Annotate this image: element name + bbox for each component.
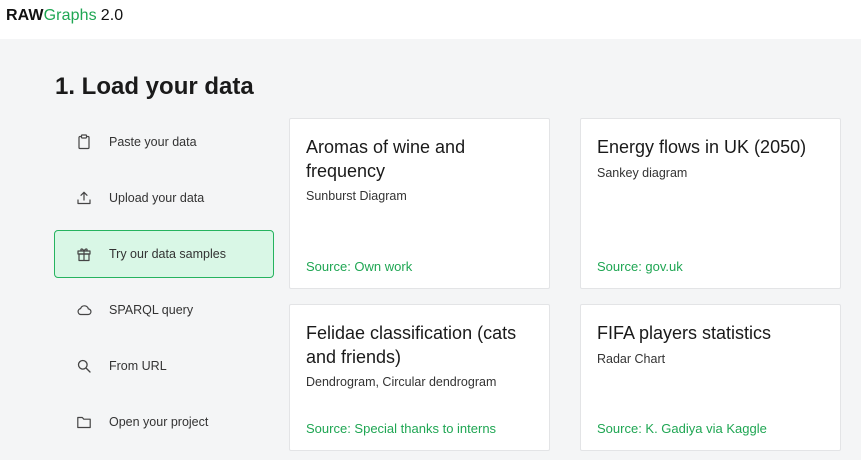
nav-item-label: Try our data samples xyxy=(109,247,226,261)
upload-icon xyxy=(76,190,92,206)
sample-chart-type: Dendrogram, Circular dendrogram xyxy=(306,375,497,389)
search-icon xyxy=(76,358,92,374)
clipboard-icon xyxy=(76,134,92,150)
logo-raw: RAW xyxy=(6,7,44,24)
nav-item-paste-data[interactable]: Paste your data xyxy=(54,118,274,166)
sample-title: Energy flows in UK (2050) xyxy=(597,137,807,157)
sample-title: Aromas of wine and frequency xyxy=(306,137,466,181)
nav-item-label: SPARQL query xyxy=(109,303,194,317)
sample-chart-type: Radar Chart xyxy=(597,352,666,366)
cloud-icon xyxy=(76,302,92,318)
app-header: RAWGraphs 2.0 xyxy=(0,0,861,39)
sample-chart-type: Sankey diagram xyxy=(597,166,688,180)
app-version: 2.0 xyxy=(100,7,124,24)
nav-item-upload-data[interactable]: Upload your data xyxy=(54,174,274,222)
sample-card-energy-flows[interactable]: Energy flows in UK (2050) Sankey diagram… xyxy=(580,118,841,289)
section-title: 1. Load your data xyxy=(55,73,254,100)
nav-item-label: From URL xyxy=(109,359,167,373)
nav-item-open-project[interactable]: Open your project xyxy=(54,398,274,446)
gift-icon xyxy=(76,246,92,262)
nav-item-sparql-query[interactable]: SPARQL query xyxy=(54,286,274,334)
sample-source: Source: Own work xyxy=(306,259,413,274)
sample-card-fifa-players[interactable]: FIFA players statistics Radar Chart Sour… xyxy=(580,304,841,451)
sample-source: Source: Special thanks to interns xyxy=(306,421,497,436)
folder-icon xyxy=(76,414,92,430)
nav-item-label: Paste your data xyxy=(109,135,197,149)
nav-item-label: Upload your data xyxy=(109,191,205,205)
sample-title: Felidae classification (cats and friends… xyxy=(306,323,517,367)
sample-source: Source: K. Gadiya via Kaggle xyxy=(597,421,767,436)
sample-card-felidae[interactable]: Felidae classification (cats and friends… xyxy=(289,304,550,451)
sample-card-wine-aromas[interactable]: Aromas of wine and frequency Sunburst Di… xyxy=(289,118,550,289)
app-logo[interactable]: RAWGraphs 2.0 xyxy=(6,7,123,25)
sample-title: FIFA players statistics xyxy=(597,323,772,343)
nav-item-label: Open your project xyxy=(109,415,209,429)
sample-source: Source: gov.uk xyxy=(597,259,683,274)
nav-item-from-url[interactable]: From URL xyxy=(54,342,274,390)
logo-graphs: Graphs xyxy=(43,7,97,24)
nav-item-data-samples[interactable]: Try our data samples xyxy=(54,230,274,278)
sample-chart-type: Sunburst Diagram xyxy=(306,189,407,203)
data-source-nav: Paste your data Upload your data Try our… xyxy=(54,118,274,454)
